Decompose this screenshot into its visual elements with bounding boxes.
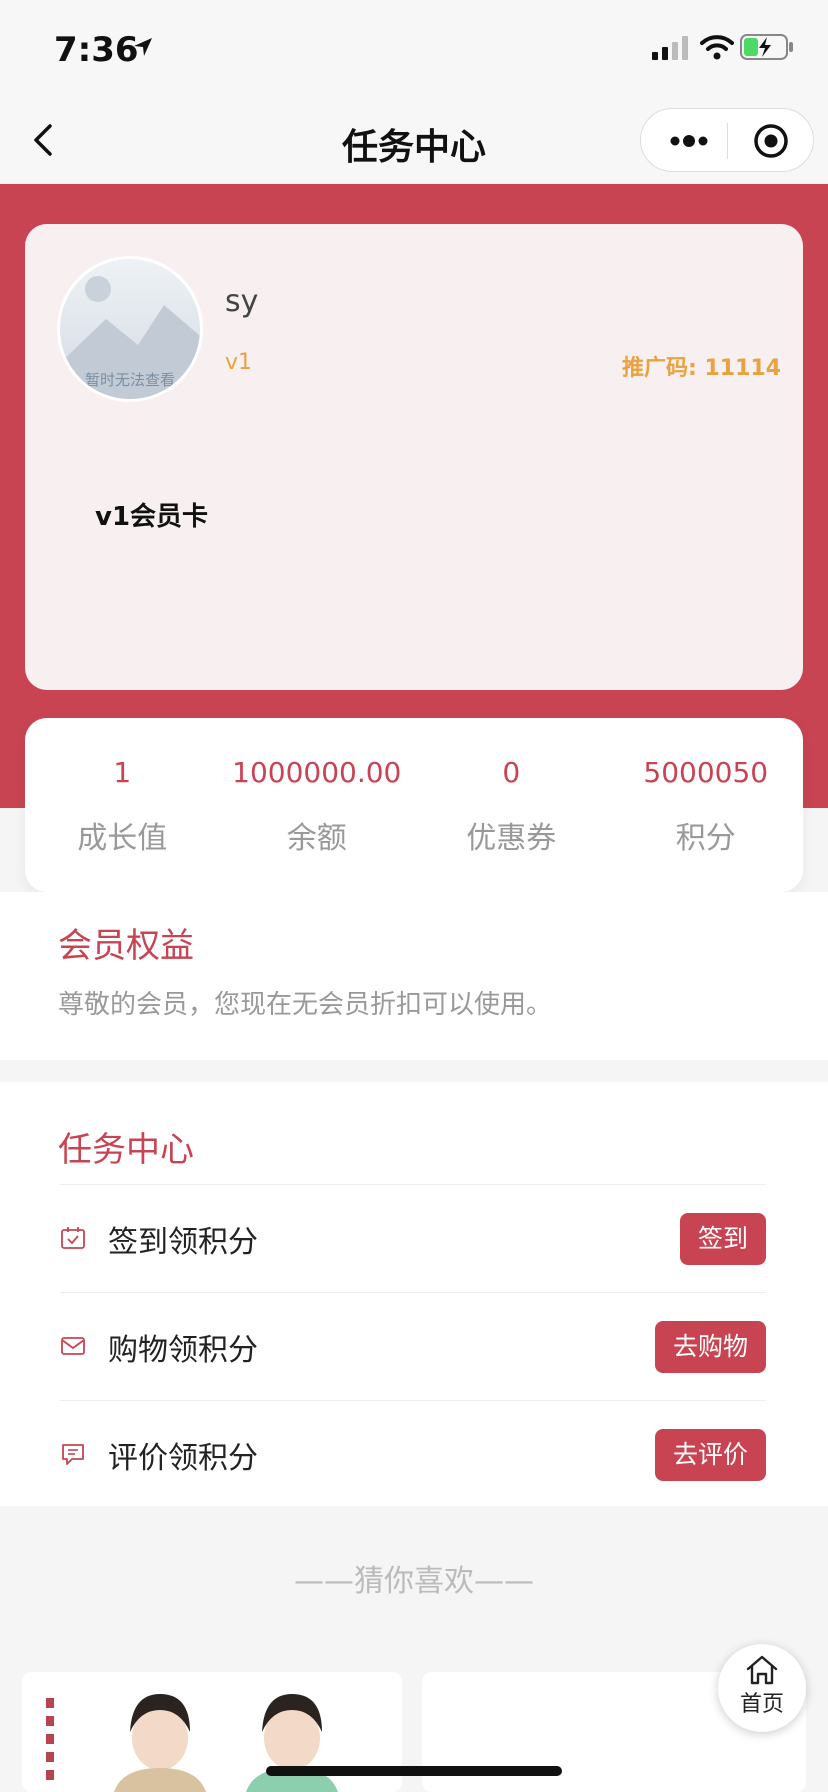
stat-growth[interactable]: 1 成长值: [25, 718, 220, 892]
home-button[interactable]: 首页: [718, 1644, 806, 1732]
member-benefits-section: 会员权益 尊敬的会员，您现在无会员折扣可以使用。: [0, 892, 828, 1060]
go-shopping-button[interactable]: 去购物: [654, 1321, 766, 1373]
more-dots-icon[interactable]: [665, 127, 713, 155]
wifi-icon: [700, 35, 734, 60]
member-card: 暂时无法查看 sy v1 推广码: 11114 v1会员卡: [25, 224, 803, 690]
stats-panel: 1 成长值 1000000.00 余额 0 优惠券 5000050 积分: [25, 718, 803, 892]
avatar[interactable]: 暂时无法查看: [57, 256, 203, 402]
task-label: 签到领积分: [108, 1225, 258, 1260]
checkin-button[interactable]: 签到: [679, 1213, 766, 1265]
close-target-icon[interactable]: [751, 121, 791, 161]
avatar-placeholder-text: 暂时无法查看: [84, 371, 175, 389]
promo-code: 推广码: 11114: [622, 356, 781, 381]
go-review-button[interactable]: 去评价: [654, 1429, 766, 1481]
stat-points[interactable]: 5000050 积分: [609, 718, 804, 892]
task-label: 购物领积分: [108, 1333, 258, 1368]
capsule-divider: [727, 123, 728, 159]
stat-value: 1: [113, 756, 132, 789]
task-row-shopping: 购物领积分 去购物: [60, 1292, 766, 1400]
envelope-icon: [61, 1337, 85, 1355]
comment-icon: [62, 1444, 84, 1465]
stat-value: 5000050: [643, 756, 769, 789]
calendar-check-icon: [61, 1227, 85, 1249]
status-bar: 7:36: [0, 0, 828, 96]
stat-label: 成长值: [77, 821, 168, 856]
task-label: 评价领积分: [108, 1441, 258, 1476]
task-row-review: 评价领积分 去评价: [60, 1400, 766, 1508]
location-arrow-icon: [134, 38, 152, 56]
stat-value: 0: [502, 756, 521, 789]
username: sy: [225, 284, 259, 319]
benefits-title: 会员权益: [58, 926, 194, 966]
stat-label: 积分: [675, 821, 736, 856]
stat-label: 优惠券: [466, 821, 557, 856]
home-label: 首页: [739, 1692, 784, 1717]
benefits-description: 尊敬的会员，您现在无会员折扣可以使用。: [58, 990, 553, 1020]
battery-charging-icon: [740, 34, 793, 60]
mini-program-capsule: [640, 108, 814, 172]
member-card-title: v1会员卡: [95, 502, 209, 532]
home-indicator: [266, 1766, 562, 1776]
signal-icon: [652, 36, 688, 60]
member-level: v1: [225, 350, 253, 375]
task-center-title: 任务中心: [58, 1130, 194, 1170]
stat-coupons[interactable]: 0 优惠券: [414, 718, 609, 892]
status-time: 7:36: [54, 30, 139, 70]
recommend-title: ——猜你喜欢——: [294, 1564, 534, 1599]
stat-balance[interactable]: 1000000.00 余额: [220, 718, 415, 892]
home-icon: [746, 1655, 778, 1685]
task-center-section: 任务中心 签到领积分 签到 购物领积分 去购物 评价领积分 去评价: [0, 1082, 828, 1506]
stat-value: 1000000.00: [232, 756, 402, 789]
stat-label: 余额: [286, 821, 347, 856]
task-row-checkin: 签到领积分 签到: [60, 1184, 766, 1292]
nav-bar: 任务中心: [0, 96, 828, 184]
